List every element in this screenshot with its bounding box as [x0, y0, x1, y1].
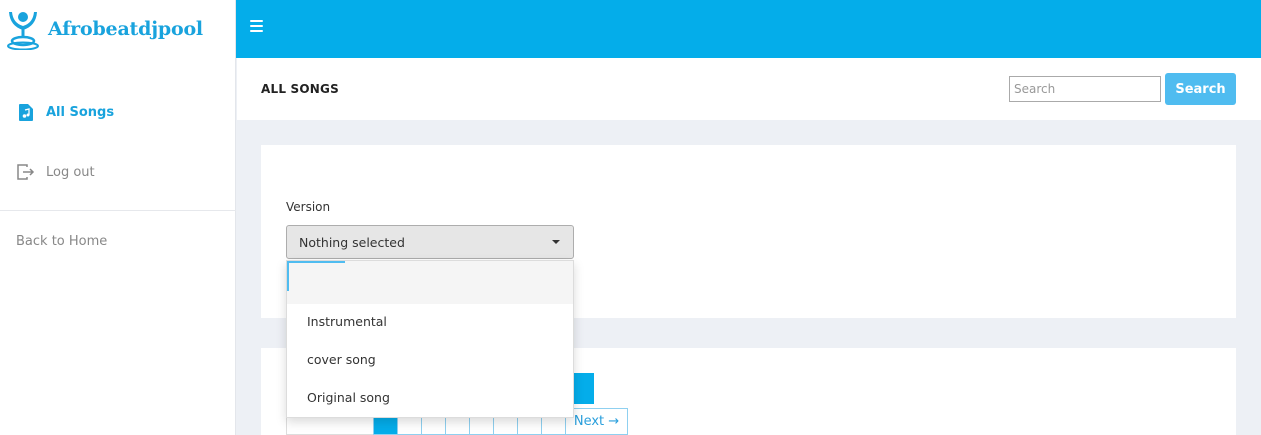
dropdown-search-focus — [287, 261, 345, 291]
dropdown-option[interactable]: cover song — [307, 352, 376, 367]
dropdown-search-box[interactable] — [287, 261, 573, 304]
version-select-value: Nothing selected — [299, 234, 405, 250]
logo-text: Afrobeatdjpool — [48, 18, 203, 40]
dropdown-option[interactable]: Original song — [307, 390, 390, 405]
back-to-home-link[interactable]: Back to Home — [16, 234, 107, 249]
music-file-icon — [16, 102, 36, 122]
logo-icon — [7, 12, 39, 50]
topbar — [236, 0, 1261, 58]
pagination-next[interactable]: Next → — [565, 408, 628, 435]
sidebar-divider — [0, 210, 236, 211]
version-dropdown-menu: Instrumental cover song Original song — [286, 260, 574, 418]
page-header: ALL SONGS Search — [237, 58, 1261, 120]
version-label: Version — [286, 200, 331, 214]
sidebar: Afrobeatdjpool All Songs Log out Back to… — [0, 0, 236, 435]
search-input[interactable] — [1009, 76, 1161, 102]
hamburger-icon[interactable] — [250, 20, 263, 32]
page-title: ALL SONGS — [261, 82, 339, 96]
logo[interactable]: Afrobeatdjpool — [0, 0, 236, 58]
version-select[interactable]: Nothing selected — [286, 225, 574, 259]
dropdown-option[interactable]: Instrumental — [307, 314, 387, 329]
caret-down-icon — [552, 240, 560, 244]
sidebar-item-all-songs[interactable]: All Songs — [16, 102, 114, 122]
sidebar-item-label: Log out — [46, 164, 95, 180]
search-button[interactable]: Search — [1165, 73, 1236, 105]
sidebar-item-logout[interactable]: Log out — [16, 162, 95, 182]
sidebar-item-label: All Songs — [46, 104, 115, 120]
logout-icon — [16, 162, 36, 182]
